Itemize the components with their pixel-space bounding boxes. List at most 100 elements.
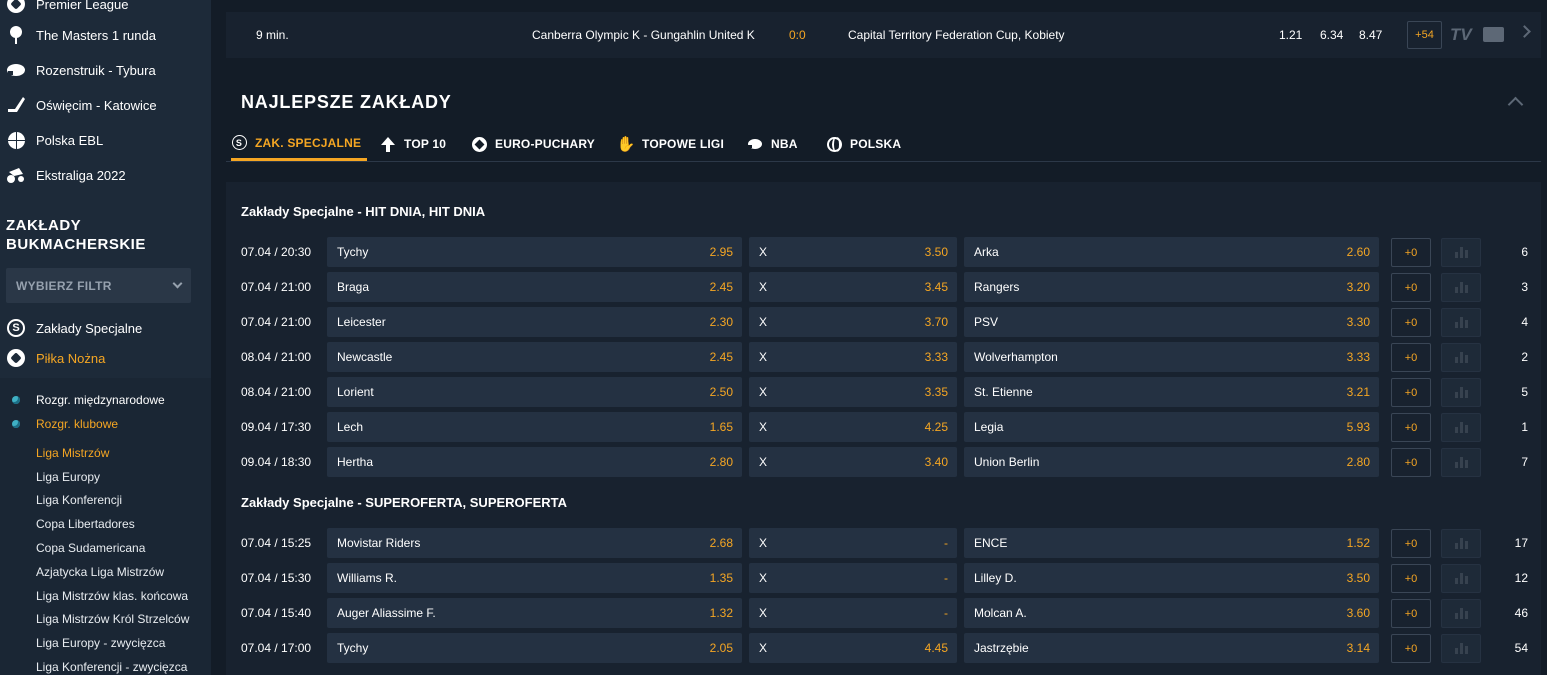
home-odd-button[interactable]: Movistar Riders 2.68 [327, 528, 742, 558]
league-item[interactable]: Liga Konferencji - zwycięzca [36, 660, 187, 674]
collapse-chevron-up-icon[interactable] [1507, 96, 1524, 113]
sidebar-item-oswiecim-katowice[interactable]: Oświęcim - Katowice [6, 95, 157, 115]
subcategory-rozgr-klubowe[interactable]: Rozgr. klubowe [12, 417, 118, 431]
draw-label: X [759, 280, 768, 294]
more-markets-button[interactable]: +0 [1391, 378, 1431, 407]
stats-icon[interactable] [1483, 27, 1504, 42]
away-odd-button[interactable]: Rangers 3.20 [964, 272, 1379, 302]
away-team: Lilley D. [974, 571, 1017, 585]
draw-odd-button[interactable]: X 4.45 [749, 633, 957, 663]
stats-chart-icon[interactable] [1441, 273, 1481, 302]
table-row: 07.04 / 17:00 Tychy 2.05 X 4.45 Jastrzębie 3.1… [241, 633, 1531, 663]
sidebar-item-the-masters[interactable]: The Masters 1 runda [6, 25, 156, 45]
stats-chart-icon[interactable] [1441, 378, 1481, 407]
sidebar-item-premier-league[interactable]: Premier League [6, 0, 129, 14]
tab-nba[interactable]: NBA [747, 127, 798, 161]
home-team: Braga [337, 280, 370, 294]
odd-away[interactable]: 8.47 [1359, 28, 1382, 42]
stats-chart-icon[interactable] [1441, 599, 1481, 628]
draw-odd-button[interactable]: X 3.50 [749, 237, 957, 267]
home-odd-button[interactable]: Leicester 2.30 [327, 307, 742, 337]
more-markets-button[interactable]: +0 [1391, 529, 1431, 558]
more-markets-button[interactable]: +0 [1391, 448, 1431, 477]
home-odd-button[interactable]: Tychy 2.95 [327, 237, 742, 267]
event-time: 07.04 / 15:25 [241, 536, 312, 550]
sidebar-item-polska-ebl[interactable]: Polska EBL [6, 130, 103, 150]
draw-odd-button[interactable]: X- [749, 598, 957, 628]
draw-odd: - [944, 571, 948, 585]
more-markets-button[interactable]: +0 [1391, 238, 1431, 267]
more-markets-button[interactable]: +0 [1391, 599, 1431, 628]
home-odd-button[interactable]: Williams R. 1.35 [327, 563, 742, 593]
draw-odd-button[interactable]: X- [749, 563, 957, 593]
stats-chart-icon[interactable] [1441, 564, 1481, 593]
chevron-right-icon[interactable] [1518, 25, 1531, 38]
away-odd-button[interactable]: Arka 2.60 [964, 237, 1379, 267]
odd-home[interactable]: 1.21 [1279, 28, 1302, 42]
home-odd-button[interactable]: Auger Aliassime F. 1.32 [327, 598, 742, 628]
home-odd-button[interactable]: Newcastle 2.45 [327, 342, 742, 372]
draw-odd-button[interactable]: X 3.70 [749, 307, 957, 337]
more-markets-button[interactable]: +0 [1391, 273, 1431, 302]
more-markets-button[interactable]: +0 [1391, 564, 1431, 593]
league-item[interactable]: Liga Europy - zwycięzca [36, 636, 165, 650]
home-odd-button[interactable]: Lech 1.65 [327, 412, 742, 442]
draw-odd-button[interactable]: X 3.33 [749, 342, 957, 372]
tab-top-10[interactable]: TOP 10 [380, 127, 446, 161]
away-odd-button[interactable]: St. Etienne 3.21 [964, 377, 1379, 407]
sidebar-item-ekstraliga[interactable]: Ekstraliga 2022 [6, 165, 126, 185]
league-item[interactable]: Liga Mistrzów Król Strzelców [36, 612, 189, 626]
draw-odd-button[interactable]: X 3.40 [749, 447, 957, 477]
sidebar-category-pilka-nozna[interactable]: Piłka Nożna [6, 348, 105, 368]
draw-label: X [759, 315, 768, 329]
home-odd: 2.80 [709, 455, 733, 469]
more-markets-button[interactable]: +0 [1391, 343, 1431, 372]
league-item[interactable]: Liga Europy [36, 470, 100, 484]
tv-icon[interactable]: TV [1450, 25, 1472, 45]
away-odd-button[interactable]: Union Berlin 2.80 [964, 447, 1379, 477]
stats-chart-icon[interactable] [1441, 238, 1481, 267]
home-odd-button[interactable]: Tychy 2.05 [327, 633, 742, 663]
home-odd-button[interactable]: Hertha 2.80 [327, 447, 742, 477]
league-item[interactable]: Liga Mistrzów klas. końcowa [36, 589, 188, 603]
league-item[interactable]: Azjatycka Liga Mistrzów [36, 565, 164, 579]
stats-chart-icon[interactable] [1441, 448, 1481, 477]
draw-odd-button[interactable]: X 3.35 [749, 377, 957, 407]
tab-topowe-ligi[interactable]: ✋ TOPOWE LIGI [617, 127, 724, 161]
sidebar-category-zaklady-specjalne[interactable]: S Zakłady Specjalne [6, 318, 142, 338]
away-odd-button[interactable]: Wolverhampton 3.33 [964, 342, 1379, 372]
league-item[interactable]: Copa Libertadores [36, 517, 135, 531]
tab-polska[interactable]: POLSKA [826, 127, 901, 161]
tab-euro-puchary[interactable]: EURO-PUCHARY [471, 127, 595, 161]
live-match-row[interactable]: 9 min. Canberra Olympic K - Gungahlin Un… [226, 12, 1541, 58]
stats-chart-icon[interactable] [1441, 529, 1481, 558]
away-odd-button[interactable]: Molcan A. 3.60 [964, 598, 1379, 628]
stats-chart-icon[interactable] [1441, 343, 1481, 372]
away-odd-button[interactable]: Jastrzębie 3.14 [964, 633, 1379, 663]
away-odd-button[interactable]: Legia 5.93 [964, 412, 1379, 442]
draw-odd-button[interactable]: X- [749, 528, 957, 558]
away-odd-button[interactable]: ENCE 1.52 [964, 528, 1379, 558]
more-markets-button[interactable]: +0 [1391, 413, 1431, 442]
subcategory-rozgr-miedzynarodowe[interactable]: Rozgr. międzynarodowe [12, 393, 165, 407]
match-teams[interactable]: Canberra Olympic K - Gungahlin United K [532, 28, 755, 42]
odd-draw[interactable]: 6.34 [1320, 28, 1343, 42]
stats-chart-icon[interactable] [1441, 308, 1481, 337]
more-markets-button[interactable]: +0 [1391, 308, 1431, 337]
more-markets-button[interactable]: +54 [1407, 21, 1442, 49]
tab-zak-specjalne[interactable]: S ZAK. SPECJALNE [231, 127, 368, 161]
home-odd-button[interactable]: Lorient 2.50 [327, 377, 742, 407]
away-odd-button[interactable]: PSV 3.30 [964, 307, 1379, 337]
draw-odd-button[interactable]: X 3.45 [749, 272, 957, 302]
draw-odd-button[interactable]: X 4.25 [749, 412, 957, 442]
more-markets-button[interactable]: +0 [1391, 634, 1431, 663]
stats-chart-icon[interactable] [1441, 634, 1481, 663]
league-item[interactable]: Liga Konferencji [36, 493, 122, 507]
home-odd-button[interactable]: Braga 2.45 [327, 272, 742, 302]
filter-select[interactable]: WYBIERZ FILTR [6, 268, 191, 303]
stats-chart-icon[interactable] [1441, 413, 1481, 442]
league-item[interactable]: Copa Sudamericana [36, 541, 145, 555]
sidebar-item-rozenstruik-tybura[interactable]: Rozenstruik - Tybura [6, 60, 156, 80]
league-item[interactable]: Liga Mistrzów [36, 446, 109, 460]
away-odd-button[interactable]: Lilley D. 3.50 [964, 563, 1379, 593]
